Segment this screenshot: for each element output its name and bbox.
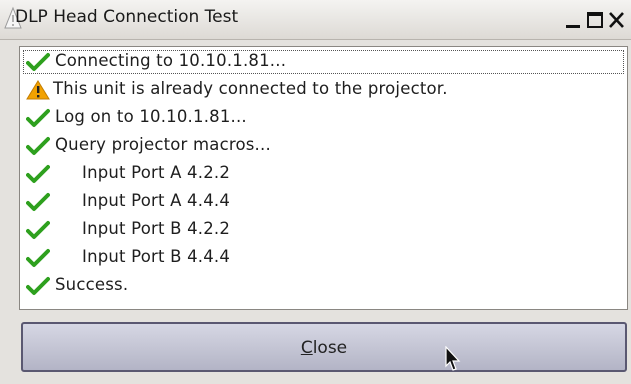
log-text: Success. — [55, 275, 129, 294]
close-label-rest: lose — [312, 338, 348, 358]
log-item: Query projector macros... — [20, 134, 620, 158]
log-item: Connecting to 10.10.1.81... — [20, 50, 620, 74]
log-item: This unit is already connected to the pr… — [20, 78, 620, 102]
checkmark-icon — [26, 53, 50, 71]
connection-log[interactable]: Connecting to 10.10.1.81... This unit is… — [19, 46, 628, 310]
log-item: Input Port A 4.4.4 — [20, 190, 620, 214]
close-icon[interactable] — [607, 8, 627, 32]
log-text: Input Port B 4.2.2 — [82, 219, 231, 238]
close-mnemonic: C — [300, 338, 313, 358]
maximize-icon[interactable] — [585, 8, 605, 32]
checkmark-icon — [26, 249, 50, 267]
checkmark-icon — [26, 109, 50, 127]
checkmark-icon — [26, 193, 50, 211]
dialog-window: DLP Head Connection Test Connecting to 1… — [0, 0, 631, 384]
log-text: Input Port A 4.2.2 — [82, 163, 231, 182]
log-text: Query projector macros... — [55, 135, 271, 154]
close-button[interactable]: Close — [21, 322, 627, 372]
warning-icon — [26, 80, 50, 100]
log-item: Log on to 10.10.1.81... — [20, 106, 620, 130]
title-bar[interactable]: DLP Head Connection Test — [0, 0, 631, 40]
log-text: Input Port A 4.4.4 — [82, 191, 231, 210]
close-button-label: Close — [23, 338, 625, 358]
checkmark-icon — [26, 277, 50, 295]
checkmark-icon — [26, 221, 50, 239]
log-item: Success. — [20, 274, 620, 298]
log-text: Connecting to 10.10.1.81... — [55, 51, 287, 70]
log-item: Input Port A 4.2.2 — [20, 162, 620, 186]
mouse-cursor-icon — [445, 346, 461, 371]
log-text: This unit is already connected to the pr… — [53, 79, 448, 98]
minimize-icon[interactable] — [564, 8, 584, 32]
checkmark-icon — [26, 165, 50, 183]
log-item: Input Port B 4.4.4 — [20, 246, 620, 270]
log-text: Input Port B 4.4.4 — [82, 247, 231, 266]
checkmark-icon — [26, 137, 50, 155]
window-title: DLP Head Connection Test — [15, 7, 239, 27]
log-item: Input Port B 4.2.2 — [20, 218, 620, 242]
log-text: Log on to 10.10.1.81... — [55, 107, 247, 126]
